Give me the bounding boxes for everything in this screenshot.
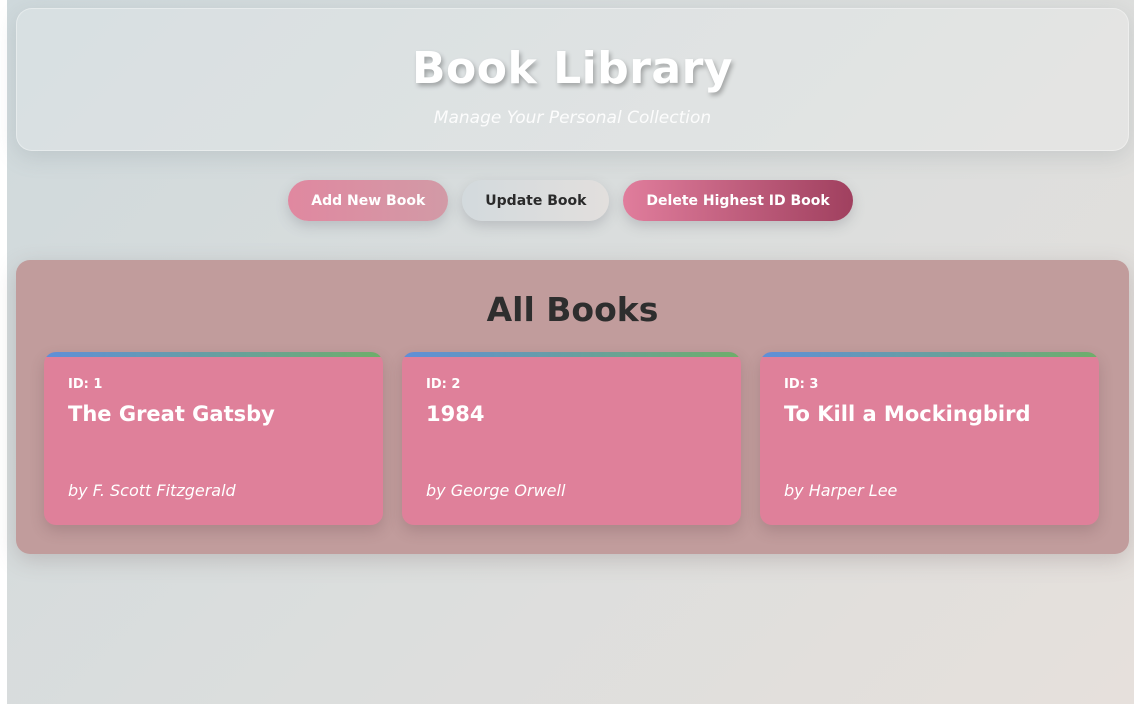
book-id: ID: 3 — [784, 377, 819, 392]
book-title: 1984 — [426, 402, 485, 426]
page-background: Book Library Manage Your Personal Collec… — [7, 0, 1134, 704]
add-book-button[interactable]: Add New Book — [288, 180, 449, 221]
books-panel-title: All Books — [486, 290, 659, 329]
page-title: Book Library — [412, 43, 733, 94]
book-card[interactable]: ID: 3 To Kill a Mockingbird by Harper Le… — [760, 352, 1099, 525]
book-title: To Kill a Mockingbird — [784, 402, 1031, 426]
book-card[interactable]: ID: 2 1984 by George Orwell — [402, 352, 741, 525]
action-bar: Add New Book Update Book Delete Highest … — [7, 180, 1134, 221]
card-accent-bar — [402, 352, 741, 357]
book-title: The Great Gatsby — [68, 402, 275, 426]
page-subtitle: Manage Your Personal Collection — [433, 108, 712, 128]
book-id: ID: 2 — [426, 377, 461, 392]
book-author: by George Orwell — [426, 481, 566, 500]
book-card[interactable]: ID: 1 The Great Gatsby by F. Scott Fitzg… — [44, 352, 383, 525]
books-panel: All Books ID: 1 The Great Gatsby by F. S… — [16, 260, 1129, 554]
app-header: Book Library Manage Your Personal Collec… — [16, 8, 1129, 151]
book-id: ID: 1 — [68, 377, 103, 392]
card-accent-bar — [44, 352, 383, 357]
update-book-button[interactable]: Update Book — [462, 180, 610, 221]
delete-highest-id-book-button[interactable]: Delete Highest ID Book — [623, 180, 853, 221]
book-author: by Harper Lee — [784, 481, 898, 500]
card-accent-bar — [760, 352, 1099, 357]
book-list: ID: 1 The Great Gatsby by F. Scott Fitzg… — [44, 352, 1099, 525]
book-author: by F. Scott Fitzgerald — [68, 481, 236, 500]
